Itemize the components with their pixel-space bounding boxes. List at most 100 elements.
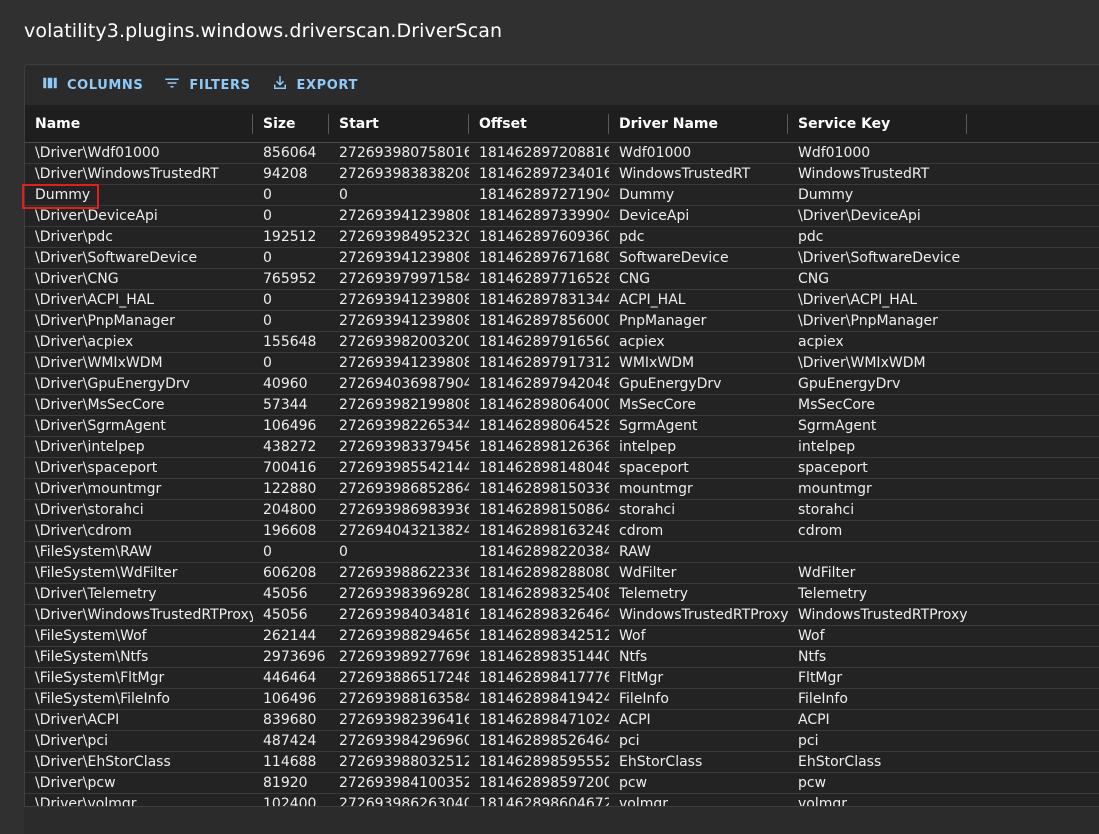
table-row[interactable]: \Driver\DeviceApi 0 272693941239808 1814628… (25, 206, 1099, 227)
cell-offset: 181462898471024 (479, 712, 609, 728)
cell-offset: 181462898150336 (479, 481, 609, 497)
cell-name: \Driver\storahci (35, 502, 144, 518)
table-row[interactable]: \Driver\storahci 204800 272693986983936 181… (25, 500, 1099, 521)
table-row[interactable]: \Driver\Wdf01000 856064 272693980758016 181… (25, 143, 1099, 164)
cell-driver-name: Ntfs (619, 649, 648, 665)
column-header-size[interactable]: Size (253, 105, 329, 142)
cell-driver-name: CNG (619, 271, 651, 287)
cell-start: 272693983379456 (339, 439, 469, 455)
cell-name: \FileSystem\WdFilter (35, 565, 178, 581)
column-header-offset[interactable]: Offset (469, 105, 609, 142)
table-row[interactable]: \Driver\GpuEnergyDrv 40960 272694036987904… (25, 374, 1099, 395)
table-row[interactable]: \Driver\SoftwareDevice 0 272693941239808 18… (25, 248, 1099, 269)
cell-size: 606208 (263, 565, 317, 581)
cell-size: 0 (263, 313, 272, 329)
table-row[interactable]: \Driver\pci 487424 272693984296960 18146289… (25, 731, 1099, 752)
cell-offset: 181462897208816 (479, 145, 609, 161)
cell-start: 272693984296960 (339, 733, 469, 749)
cell-driver-name: mountmgr (619, 481, 693, 497)
cell-size: 2973696 (263, 649, 326, 665)
cell-start: 272693982265344 (339, 418, 469, 434)
column-header-name[interactable]: Name (25, 105, 253, 142)
cell-name: \Driver\pci (35, 733, 108, 749)
column-header-driver-name[interactable]: Driver Name (609, 105, 788, 142)
cell-driver-name: cdrom (619, 523, 664, 539)
cell-size: 765952 (263, 271, 317, 287)
column-header-start[interactable]: Start (329, 105, 469, 142)
table-row[interactable]: \FileSystem\FltMgr 446464 272693886517248 1… (25, 668, 1099, 689)
cell-name: \Driver\EhStorClass (35, 754, 171, 770)
cell-name: \Driver\WMIxWDM (35, 355, 163, 371)
export-download-icon (271, 74, 289, 96)
cell-service-key: FileInfo (798, 691, 848, 707)
cell-start: 0 (339, 544, 348, 560)
cell-service-key: \Driver\SoftwareDevice (798, 250, 961, 266)
filters-button[interactable]: FILTERS (155, 70, 258, 100)
table-row[interactable]: \Driver\mountmgr 122880 272693986852864 181… (25, 479, 1099, 500)
table-row[interactable]: \Driver\pdc 192512 272693984952320 18146289… (25, 227, 1099, 248)
cell-name: \Driver\Wdf01000 (35, 145, 160, 161)
export-button[interactable]: EXPORT (263, 70, 366, 100)
table-row[interactable]: \Driver\acpiex 155648 272693982003200 18146… (25, 332, 1099, 353)
column-header-service-key[interactable]: Service Key (788, 105, 967, 142)
table-row[interactable]: \Driver\cdrom 196608 272694043213824 181462… (25, 521, 1099, 542)
cell-start: 272693979971584 (339, 271, 469, 287)
cell-driver-name: ACPI_HAL (619, 292, 686, 308)
table-row[interactable]: \Driver\EhStorClass 114688 272693988032512… (25, 752, 1099, 773)
cell-name: \Driver\spaceport (35, 460, 158, 476)
table-row[interactable]: \Driver\intelpep 438272 272693983379456 181… (25, 437, 1099, 458)
cell-name: \FileSystem\Wof (35, 628, 147, 644)
table-row[interactable]: \Driver\ACPI 839680 272693982396416 1814628… (25, 710, 1099, 731)
cell-size: 0 (263, 544, 272, 560)
cell-driver-name: FileInfo (619, 691, 669, 707)
table-row[interactable]: \FileSystem\FileInfo 106496 27269398816358… (25, 689, 1099, 710)
cell-service-key: WindowsTrustedRTProxy (798, 607, 967, 623)
cell-offset: 181462898148048 (479, 460, 609, 476)
cell-service-key: pci (798, 733, 819, 749)
cell-offset: 181462897609360 (479, 229, 609, 245)
cell-start: 272693985542144 (339, 460, 469, 476)
table-row[interactable]: \Driver\WindowsTrustedRT 94208 27269398383… (25, 164, 1099, 185)
table-row[interactable]: \Driver\pcw 81920 272693984100352 181462898… (25, 773, 1099, 794)
cell-size: 0 (263, 208, 272, 224)
cell-size: 0 (263, 292, 272, 308)
table-row[interactable]: \FileSystem\Wof 262144 272693988294656 1814… (25, 626, 1099, 647)
table-row[interactable]: \Driver\PnpManager 0 272693941239808 181462… (25, 311, 1099, 332)
cell-offset: 181462898150864 (479, 502, 609, 518)
cell-name: \Driver\GpuEnergyDrv (35, 376, 190, 392)
cell-start: 272693982003200 (339, 334, 469, 350)
cell-service-key: mountmgr (798, 481, 872, 497)
cell-service-key: ACPI (798, 712, 830, 728)
table-row[interactable]: \Driver\Telemetry 45056 272693983969280 181… (25, 584, 1099, 605)
table-row[interactable]: \Driver\SgrmAgent 106496 272693982265344 18… (25, 416, 1099, 437)
table-row[interactable]: \Driver\WMIxWDM 0 272693941239808 181462897… (25, 353, 1099, 374)
cell-name: \Driver\acpiex (35, 334, 134, 350)
cell-offset: 181462897339904 (479, 208, 609, 224)
grid-body: \Driver\Wdf01000 856064 272693980758016 181… (25, 143, 1099, 815)
table-row[interactable]: \Driver\MsSecCore 57344 272693982199808 181… (25, 395, 1099, 416)
columns-label: COLUMNS (67, 77, 144, 93)
cell-driver-name: WindowsTrustedRTProxy (619, 607, 788, 623)
cell-name: \Driver\pdc (35, 229, 113, 245)
cell-offset: 181462898288080 (479, 565, 609, 581)
data-grid: COLUMNS FILTERS EXPORT Name Size Start O… (24, 64, 1099, 834)
cell-size: 122880 (263, 481, 317, 497)
table-row[interactable]: \Driver\WindowsTrustedRTProxy 45056 272693… (25, 605, 1099, 626)
cell-size: 45056 (263, 586, 308, 602)
table-row[interactable]: \Driver\ACPI_HAL 0 272693941239808 18146289… (25, 290, 1099, 311)
cell-size: 106496 (263, 691, 317, 707)
cell-start: 272693983969280 (339, 586, 469, 602)
table-row[interactable]: \FileSystem\WdFilter 606208 27269398862233… (25, 563, 1099, 584)
cell-service-key: pdc (798, 229, 824, 245)
table-row[interactable]: \Driver\CNG 765952 272693979971584 18146289… (25, 269, 1099, 290)
table-row[interactable]: \FileSystem\Ntfs 2973696 272693989277696 18… (25, 647, 1099, 668)
cell-name: \Driver\DeviceApi (35, 208, 158, 224)
table-row[interactable]: Dummy 0 0 181462897271904 Dummy Dummy (25, 185, 1099, 206)
table-row[interactable]: \FileSystem\RAW 0 0 181462898220384 RAW (25, 542, 1099, 563)
cell-offset: 181462898595552 (479, 754, 609, 770)
cell-service-key: Ntfs (798, 649, 827, 665)
table-row[interactable]: \Driver\spaceport 700416 272693985542144 18… (25, 458, 1099, 479)
columns-button[interactable]: COLUMNS (33, 70, 151, 100)
cell-name: \Driver\MsSecCore (35, 397, 165, 413)
cell-driver-name: WdFilter (619, 565, 677, 581)
